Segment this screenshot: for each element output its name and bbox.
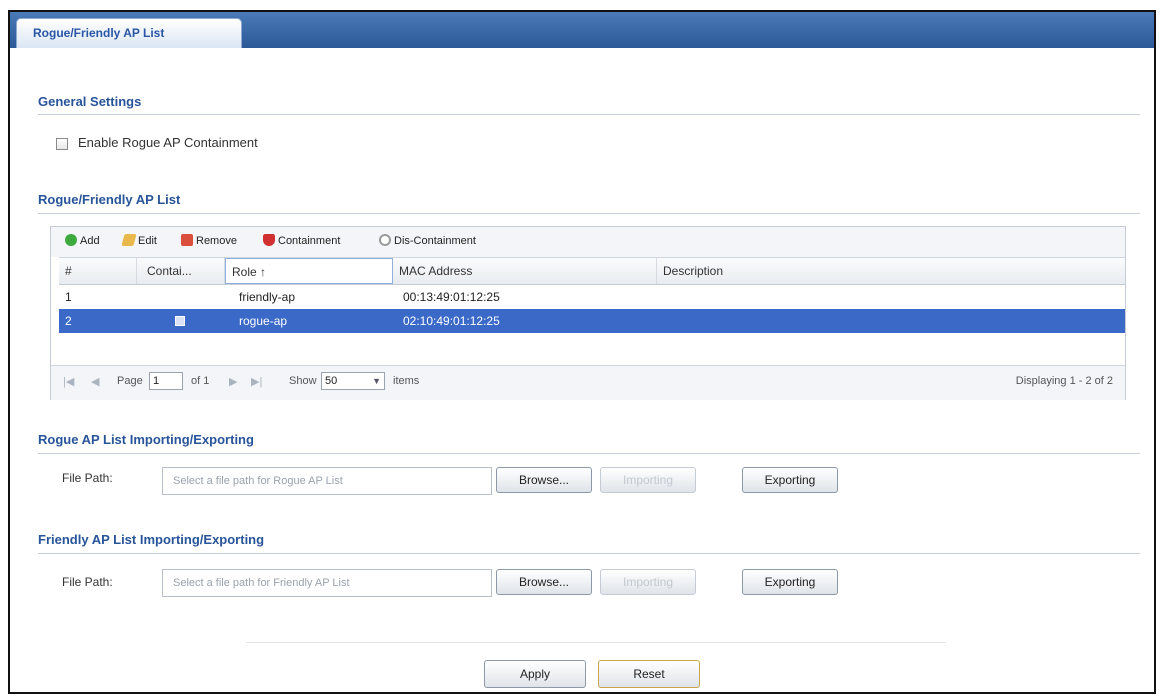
rogue-import-title: Rogue AP List Importing/Exporting [38, 432, 254, 447]
column-header-description[interactable]: Description [657, 258, 1125, 284]
row-description [657, 309, 1125, 333]
row-number: 2 [65, 314, 72, 328]
rogue-file-path-label: File Path: [62, 471, 113, 485]
items-per-page-value: 50 [325, 375, 338, 387]
enable-containment-checkbox[interactable] [56, 138, 68, 150]
next-page-icon[interactable]: ▶ [229, 375, 237, 388]
friendly-exporting-button[interactable]: Exporting [742, 569, 838, 595]
add-label: Add [80, 235, 100, 247]
dis-containment-button[interactable]: Dis-Containment [379, 234, 476, 250]
friendly-file-path-input[interactable]: Select a file path for Friendly AP List [162, 569, 492, 597]
grid-header: # Contai... Role ↑ MAC Address Descripti… [59, 257, 1125, 285]
row-description [657, 285, 1125, 309]
grid-toolbar: Add Edit Remove Containment Dis-Containm… [51, 227, 1125, 257]
friendly-importing-button[interactable]: Importing [600, 569, 696, 595]
section-divider [38, 213, 1140, 214]
friendly-file-path-label: File Path: [62, 575, 113, 589]
remove-icon [181, 234, 193, 246]
rogue-browse-button[interactable]: Browse... [496, 467, 592, 493]
tab-rogue-friendly-ap-list[interactable]: Rogue/Friendly AP List [16, 18, 242, 48]
rogue-exporting-button[interactable]: Exporting [742, 467, 838, 493]
add-button[interactable]: Add [65, 234, 100, 250]
table-row[interactable]: 2 rogue-ap 02:10:49:01:12:25 [59, 309, 1125, 333]
section-divider [38, 453, 1140, 454]
containment-shield-icon [263, 234, 275, 246]
page-count: of 1 [191, 375, 210, 387]
displaying-count: Displaying 1 - 2 of 2 [1015, 375, 1113, 387]
section-divider [38, 114, 1140, 115]
chevron-down-icon: ▼ [372, 376, 381, 386]
column-header-mac-address[interactable]: MAC Address [393, 258, 657, 284]
table-row[interactable]: 1 friendly-ap 00:13:49:01:12:25 [59, 285, 1125, 309]
grid-pager: |◀ ◀ Page 1 of 1 ▶ ▶| Show 50 ▼ items Di… [51, 365, 1125, 400]
page-label: Page [117, 375, 143, 387]
containment-label: Containment [278, 235, 341, 247]
column-header-role[interactable]: Role ↑ [225, 258, 393, 284]
edit-icon [121, 234, 137, 246]
remove-label: Remove [196, 235, 237, 247]
row-mac: 00:13:49:01:12:25 [403, 290, 500, 304]
show-label: Show [289, 375, 317, 387]
edit-button[interactable]: Edit [121, 234, 157, 250]
items-label: items [393, 375, 420, 387]
row-mac: 02:10:49:01:12:25 [403, 314, 500, 328]
row-role: rogue-ap [239, 314, 288, 328]
dis-containment-icon [379, 234, 391, 246]
containment-button[interactable]: Containment [263, 234, 340, 250]
prev-page-icon[interactable]: ◀ [91, 375, 99, 388]
rogue-file-path-input[interactable]: Select a file path for Rogue AP List [162, 467, 492, 495]
row-number: 1 [65, 290, 72, 304]
column-header-number[interactable]: # [59, 258, 137, 284]
enable-containment-label: Enable Rogue AP Containment [78, 135, 258, 150]
ap-list-grid: Add Edit Remove Containment Dis-Containm… [50, 226, 1126, 400]
first-page-icon[interactable]: |◀ [63, 375, 74, 388]
remove-button[interactable]: Remove [181, 234, 237, 250]
general-settings-title: General Settings [38, 94, 142, 109]
row-role: friendly-ap [239, 290, 296, 304]
footer-divider [246, 642, 946, 643]
contained-icon [175, 316, 185, 326]
ap-list-title: Rogue/Friendly AP List [38, 192, 181, 207]
tab-bar: Rogue/Friendly AP List [10, 12, 1154, 48]
reset-button[interactable]: Reset [598, 660, 700, 688]
row-containment-cell [169, 309, 199, 333]
column-header-containment[interactable]: Contai... [137, 258, 225, 284]
add-icon [65, 234, 77, 246]
edit-label: Edit [138, 235, 157, 247]
apply-button[interactable]: Apply [484, 660, 586, 688]
items-per-page-select[interactable]: 50 ▼ [321, 372, 385, 390]
friendly-browse-button[interactable]: Browse... [496, 569, 592, 595]
friendly-import-title: Friendly AP List Importing/Exporting [38, 532, 265, 547]
dis-containment-label: Dis-Containment [394, 235, 476, 247]
rogue-importing-button[interactable]: Importing [600, 467, 696, 493]
page-number-input[interactable]: 1 [149, 372, 183, 390]
window-frame: Rogue/Friendly AP List General Settings … [8, 10, 1156, 694]
section-divider [38, 553, 1140, 554]
last-page-icon[interactable]: ▶| [251, 375, 262, 388]
